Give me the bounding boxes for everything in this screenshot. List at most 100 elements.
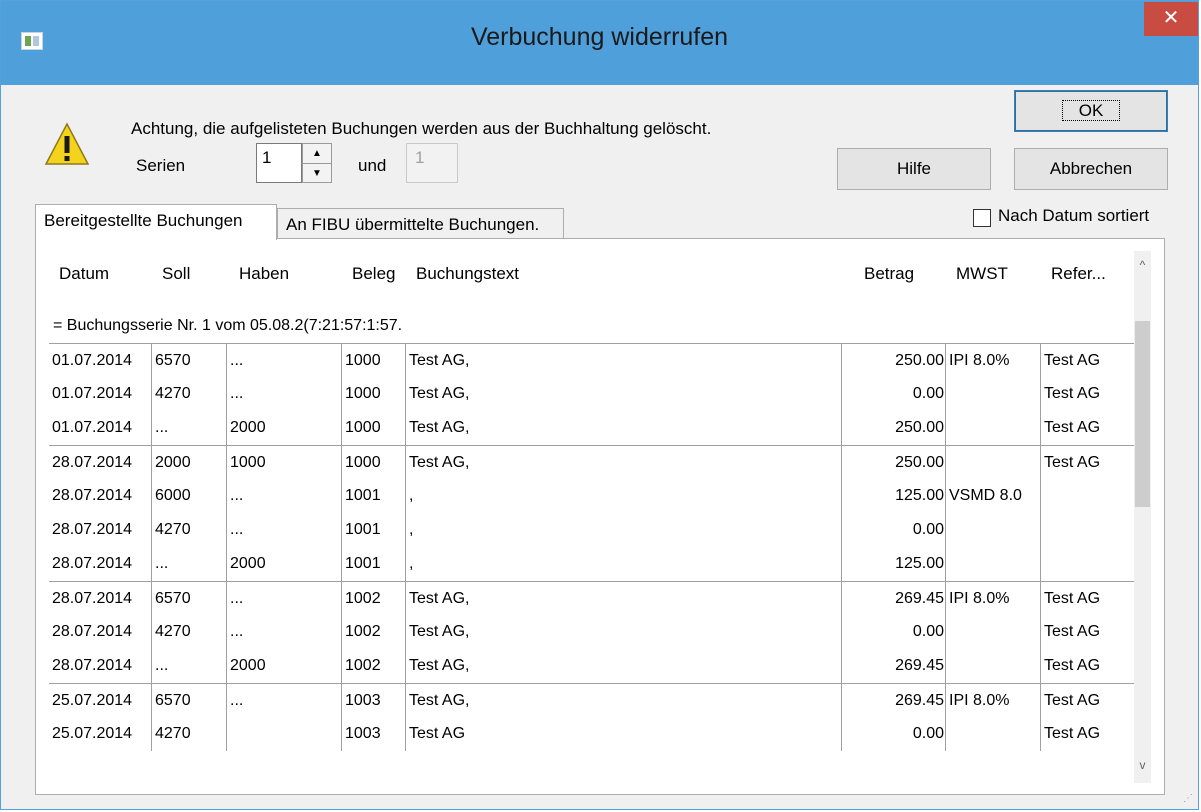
scroll-down-icon[interactable]: v [1134,755,1151,775]
column-divider [226,683,227,751]
table-cell: 4270 [155,725,191,742]
table-row[interactable]: 28.07.2014... 2000 1002 Test AG, 269.45 Test … [49,649,1135,683]
table-cell: 2000 [230,555,266,572]
series-spinner[interactable]: ▲ ▼ [302,143,332,183]
table-cell: ... [155,555,169,572]
column-header[interactable]: Buchungstext [406,251,842,297]
table-cell: 28.07.2014 [52,454,133,471]
table-cell: 6570 [155,590,191,607]
table-cell: ... [230,692,244,709]
scroll-thumb[interactable] [1135,321,1150,507]
column-divider [1040,445,1041,581]
dialog-window: Verbuchung widerrufen ✕ Achtung, die auf… [0,0,1199,810]
table-cell: 269.45 [895,590,944,607]
column-divider [945,343,946,445]
warning-icon [44,122,90,165]
table-cell [949,446,1041,480]
table-cell: Test AG, [409,419,470,436]
table-cell: 1001 [345,487,381,504]
table-cell: 4270 [155,521,191,538]
series-from-input[interactable]: 1 [256,143,302,183]
column-header[interactable]: Datum [49,251,152,297]
table-row[interactable]: 28.07.2014 4270... 1001, 0.00 [49,513,1135,547]
table-cell: 0.00 [912,623,944,640]
table-row[interactable]: 28.07.2014... 2000 1001, 125.00 [49,547,1135,581]
series-header-row[interactable]: = Buchungsserie Nr. 1 vom 05.08.2(7:21:5… [49,309,1145,344]
table-row[interactable]: 01.07.2014 6570... 1000 Test AG, 250.00 IPI 8… [49,343,1135,378]
table-row[interactable]: 01.07.2014 4270... 1000 Test AG, 0.00 Test AG [49,377,1135,411]
ok-button[interactable]: OK [1014,90,1168,132]
tab-bereitgestellte-buchungen[interactable]: Bereitgestellte Buchungen [35,204,277,240]
table-cell: 1000 [345,385,381,402]
table-row[interactable]: 28.07.2014 6000... 1001, 125.00 VSMD 8.0 [49,479,1135,513]
table-cell: 269.45 [895,657,944,674]
tab-fibu-buchungen[interactable]: An FIBU übermittelte Buchungen. [277,208,564,242]
table-cell: , [409,521,414,538]
table-cell: Test AG [409,725,466,742]
column-header[interactable]: Betrag [842,251,946,297]
table-row[interactable]: 25.07.2014 4270 1003 Test AG 0.00 Test AG [49,717,1135,751]
spin-up-icon[interactable]: ▲ [303,144,331,164]
close-button[interactable]: ✕ [1144,2,1198,36]
column-divider [841,343,842,445]
series-to-input: 1 [406,143,458,183]
column-header[interactable]: Soll [152,251,227,297]
table-cell: 250.00 [895,352,944,369]
table-cell: IPI 8.0% [949,692,1010,709]
table-cell: Test AG [1044,454,1101,471]
table-cell [949,547,1041,581]
column-divider [226,581,227,683]
table-row[interactable]: 01.07.2014... 2000 1000 Test AG, 250.00 Test … [49,411,1135,445]
table-row[interactable]: 28.07.2014 4270... 1002 Test AG, 0.00 Test AG [49,615,1135,649]
table-cell: Test AG [1044,352,1101,369]
table-cell: ... [230,487,244,504]
bookings-table: Datum Soll Haben Beleg Buchungstext Betrag MWS… [49,251,1151,783]
dialog-content: Achtung, die aufgelisteten Buchungen wer… [1,85,1198,809]
table-cell: 01.07.2014 [52,352,133,369]
scroll-up-icon[interactable]: ^ [1134,255,1151,275]
table-cell: Test AG, [409,590,470,607]
title-bar[interactable]: Verbuchung widerrufen ✕ [1,1,1198,85]
warning-message: Achtung, die aufgelisteten Buchungen wer… [131,119,712,138]
table-cell: 25.07.2014 [52,725,133,742]
column-divider [341,581,342,683]
column-header[interactable]: Refer... [1041,251,1133,297]
help-button[interactable]: Hilfe [837,148,991,190]
sort-by-date-label[interactable]: Nach Datum sortiert [998,206,1149,226]
table-cell: ... [155,419,169,436]
table-cell: 0.00 [912,385,944,402]
table-cell: 6570 [155,692,191,709]
column-header[interactable]: MWST [946,251,1041,297]
cancel-button[interactable]: Abbrechen [1014,148,1168,190]
table-cell: 4270 [155,385,191,402]
table-cell: IPI 8.0% [949,352,1010,369]
tab-panel: Datum Soll Haben Beleg Buchungstext Betrag MWS… [35,238,1165,795]
sort-by-date-checkbox[interactable] [973,209,991,227]
table-cell: 1000 [345,419,381,436]
table-cell: 28.07.2014 [52,487,133,504]
table-cell: 28.07.2014 [52,623,133,640]
table-cell [949,717,1041,751]
table-cell: Test AG, [409,352,470,369]
table-cell: 125.00 [895,555,944,572]
column-divider [945,581,946,683]
table-cell: 1000 [230,454,266,471]
column-divider [1040,343,1041,445]
table-cell [949,615,1041,649]
table-row[interactable]: 28.07.2014 2000 1000 1000 Test AG, 250.00 Test… [49,445,1135,480]
column-header[interactable]: Haben [227,251,342,297]
table-cell: Test AG, [409,657,470,674]
column-header[interactable]: Beleg [342,251,406,297]
table-cell: 1002 [345,623,381,640]
column-divider [341,445,342,581]
table-row[interactable]: 25.07.2014 6570... 1003 Test AG, 269.45 IPI 8… [49,683,1135,718]
table-cell: Test AG [1044,657,1101,674]
resize-grip-icon[interactable]: ⋰ [1183,794,1195,806]
table-cell: 1000 [345,454,381,471]
table-row[interactable]: 28.07.2014 6570... 1002 Test AG, 269.45 IPI 8… [49,581,1135,616]
column-divider [841,581,842,683]
table-cell [949,513,1041,547]
table-cell: 28.07.2014 [52,555,133,572]
table-cell: Test AG [1044,385,1101,402]
spin-down-icon[interactable]: ▼ [303,164,331,183]
